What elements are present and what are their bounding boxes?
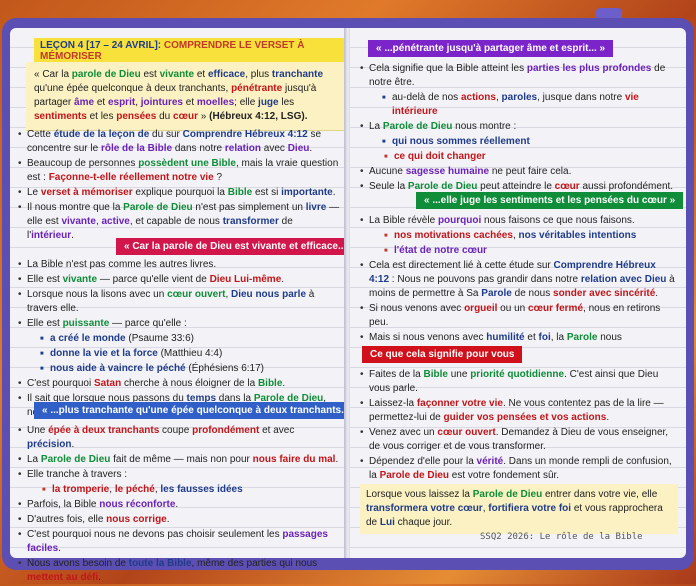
section3-banner: « ...pénétrante jusqu'à partager âme et … — [368, 40, 614, 57]
right-page: « ...pénétrante jusqu'à partager âme et … — [350, 28, 686, 558]
list-item: Elle est vivante — parce qu'elle vient d… — [18, 273, 340, 287]
list-item: nos motivations cachées, nos véritables … — [360, 229, 678, 243]
list-item: La Parole de Dieu nous montre : — [360, 120, 678, 134]
footer-text: SSQ2 2026: Le rôle de la Bible — [480, 532, 643, 542]
closing-box: Lorsque vous laissez la Parole de Dieu e… — [360, 484, 678, 534]
section1-banner: « Car la parole de Dieu est vivante et e… — [116, 238, 363, 255]
list-item: nous aide à vaincre le péché (Éphésiens … — [18, 362, 340, 376]
list-item: Le verset à mémoriser explique pourquoi … — [18, 186, 340, 200]
section4-banner: « ...elle juge les sentiments et les pen… — [416, 192, 684, 209]
list-item: donne la vie et la force (Matthieu 4:4) — [18, 347, 340, 361]
lesson-header: LEÇON 4 [17 – 24 AVRIL]: COMPRENDRE LE V… — [34, 38, 346, 64]
list-item: au-delà de nos actions, paroles, jusque … — [360, 91, 678, 119]
section4-list: La Bible révèle pourquoi nous faisons ce… — [360, 214, 678, 360]
list-item: Elle est puissante — parce qu'elle : — [18, 317, 340, 331]
list-item: Elle tranche à travers : — [18, 468, 340, 482]
list-item: Aucune sagesse humaine ne peut faire cel… — [360, 165, 678, 179]
list-item: Cette étude de la leçon de du sur Compre… — [18, 128, 340, 156]
section2-list: Une épée à deux tranchants coupe profond… — [18, 424, 340, 586]
list-item: ce qui doit changer — [360, 150, 678, 164]
list-item: l'état de notre cœur — [360, 244, 678, 258]
list-item: Lorsque nous la lisons avec un cœur ouve… — [18, 288, 340, 316]
list-item: Laissez-la façonner votre vie. Ne vous c… — [360, 397, 678, 425]
section5-list: Faites de la Bible une priorité quotidie… — [360, 368, 678, 484]
list-item: La Bible n'est pas comme les autres livr… — [18, 258, 340, 272]
list-item: Nous avons besoin de toute la Bible, mêm… — [18, 557, 340, 585]
list-item: Venez avec un cœur ouvert. Demandez à Di… — [360, 426, 678, 454]
lesson-label: LEÇON 4 [17 – 24 AVRIL]: — [40, 40, 162, 51]
memory-verse-box: « Car la parole de Dieu est vivante et e… — [26, 62, 344, 130]
list-item: Dépendez d'elle pour la vérité. Dans un … — [360, 455, 678, 483]
list-item: C'est pourquoi Satan cherche à nous éloi… — [18, 377, 340, 391]
list-item: Si nous venons avec orgueil ou un cœur f… — [360, 302, 678, 330]
list-item: a créé le monde (Psaume 33:6) — [18, 332, 340, 346]
list-item: La Bible révèle pourquoi nous faisons ce… — [360, 214, 678, 228]
section5-banner: Ce que cela signifie pour vous — [362, 346, 523, 363]
list-item: Il nous montre que la Parole de Dieu n'e… — [18, 201, 340, 243]
list-item: Beaucoup de personnes possèdent une Bibl… — [18, 157, 340, 185]
intro-list: Cette étude de la leçon de du sur Compre… — [18, 128, 340, 244]
list-item: C'est pourquoi nous ne devons pas choisi… — [18, 528, 340, 556]
list-item: Parfois, la Bible nous réconforte. — [18, 498, 340, 512]
list-item: Cela est directement lié à cette étude s… — [360, 259, 678, 301]
list-item: la tromperie, le péché, les fausses idée… — [18, 483, 340, 497]
list-item: qui nous sommes réellement — [360, 135, 678, 149]
list-item: Cela signifie que la Bible atteint les p… — [360, 62, 678, 90]
section1-list: La Bible n'est pas comme les autres livr… — [18, 258, 340, 421]
list-item: Une épée à deux tranchants coupe profond… — [18, 424, 340, 452]
list-item: D'autres fois, elle nous corrige. — [18, 513, 340, 527]
left-page: LEÇON 4 [17 – 24 AVRIL]: COMPRENDRE LE V… — [10, 28, 366, 583]
section2-banner: « ...plus tranchante qu'une épée quelcon… — [34, 402, 366, 419]
section3-list: Cela signifie que la Bible atteint les p… — [360, 62, 678, 195]
list-item: La Parole de Dieu fait de même — mais no… — [18, 453, 340, 467]
list-item: Faites de la Bible une priorité quotidie… — [360, 368, 678, 396]
